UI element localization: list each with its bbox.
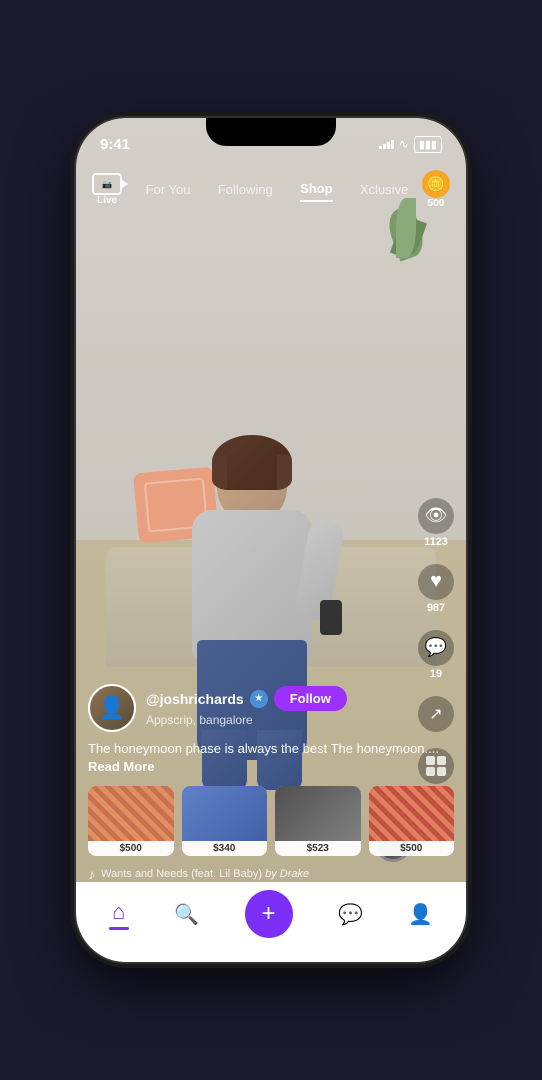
music-song-name: Wants and Needs (feat. Lil Baby) by Drak… [101,868,309,880]
phone-container: 9:41 ∿ ▮▮▮ 📷 [0,0,542,1080]
signal-bar-3 [387,142,390,149]
tab-following[interactable]: Following [218,178,273,201]
product-image-1 [88,786,174,841]
status-time: 9:41 [100,136,130,153]
song-title: Wants and Needs (feat. Lil Baby) [101,868,262,880]
tab-xclusive[interactable]: Xclusive [360,178,408,201]
user-info: 👤 @joshrichards ★ Follow Appscrip, banga… [88,684,454,732]
nav-item-add[interactable]: + [233,882,305,946]
product-price-4: $500 [369,841,455,856]
product-card-1[interactable]: $500 [88,786,174,856]
comment-count: 19 [430,668,442,680]
products-row: $500 $340 $523 $500 [88,786,454,856]
bottom-overlay: 👤 @joshrichards ★ Follow Appscrip, banga… [76,684,466,882]
follow-button[interactable]: Follow [274,686,347,711]
caption: The honeymoon phase is always the best T… [88,740,454,776]
signal-bar-1 [379,146,382,149]
music-bar: ♪ Wants and Needs (feat. Lil Baby) by Dr… [88,866,454,882]
heart-icon: ♥ [418,564,454,600]
live-camera-icon: 📷 [92,173,122,195]
nav-item-home[interactable]: ⌂ [97,891,141,938]
nav-item-profile[interactable]: 👤 [396,894,445,935]
live-icon-inner: 📷 [102,180,112,189]
signal-bars [379,140,394,149]
search-icon: 🔍 [174,902,199,927]
product-price-2: $340 [182,841,268,856]
phone-frame: 9:41 ∿ ▮▮▮ 📷 [76,118,466,962]
like-count: 987 [427,602,445,614]
view-count-item: 👁 1123 [418,498,454,548]
comment-item[interactable]: 💬 19 [418,630,454,680]
user-details: @joshrichards ★ Follow Appscrip, bangalo… [146,686,454,729]
coin-icon: 🪙 [422,170,450,198]
home-active-indicator [109,927,129,930]
tab-shop[interactable]: Shop [300,177,333,202]
phone-screen: 9:41 ∿ ▮▮▮ 📷 [76,118,466,962]
product-image-4 [369,786,455,841]
product-price-3: $523 [275,841,361,856]
plus-icon: + [262,900,276,928]
verified-badge: ★ [250,690,268,708]
status-icons: ∿ ▮▮▮ [379,136,442,153]
comment-icon: 💬 [418,630,454,666]
user-location: Appscrip, bangalore [146,713,253,727]
caption-text: The honeymoon phase is always the best T… [88,741,439,756]
live-button[interactable]: 📷 Live [92,173,122,206]
product-image-2 [182,786,268,841]
product-card-4[interactable]: $500 [369,786,455,856]
username[interactable]: @joshrichards [146,691,244,707]
top-nav: 📷 Live For You Following Shop Xclusive 🪙… [76,162,466,217]
battery-icon: ▮▮▮ [414,136,442,153]
signal-bar-4 [391,140,394,149]
coin-count: 500 [428,198,445,209]
bottom-nav: ⌂ 🔍 + 💬 👤 [76,882,466,962]
wifi-icon: ∿ [399,137,409,151]
star-icon: ★ [254,693,263,704]
username-row: @joshrichards ★ Follow [146,686,454,711]
coins-badge[interactable]: 🪙 500 [422,170,450,209]
product-card-3[interactable]: $523 [275,786,361,856]
music-note-icon: ♪ [88,866,95,882]
messages-icon: 💬 [338,902,363,927]
like-item[interactable]: ♥ 987 [418,564,454,614]
read-more-button[interactable]: Read More [88,759,154,774]
product-card-2[interactable]: $340 [182,786,268,856]
live-label: Live [97,195,117,206]
nav-tabs: For You Following Shop Xclusive [132,177,422,202]
product-price-1: $500 [88,841,174,856]
profile-icon: 👤 [408,902,433,927]
notch [206,118,336,146]
nav-item-messages[interactable]: 💬 [326,894,375,935]
eye-icon: 👁 [418,498,454,534]
signal-bar-2 [383,144,386,149]
view-count: 1123 [424,536,448,548]
nav-item-search[interactable]: 🔍 [162,894,211,935]
artist-name: Drake [280,868,309,880]
product-image-3 [275,786,361,841]
tab-for-you[interactable]: For You [146,178,191,201]
music-by-label: by [265,868,280,880]
avatar[interactable]: 👤 [88,684,136,732]
home-icon: ⌂ [112,899,125,925]
add-button[interactable]: + [245,890,293,938]
